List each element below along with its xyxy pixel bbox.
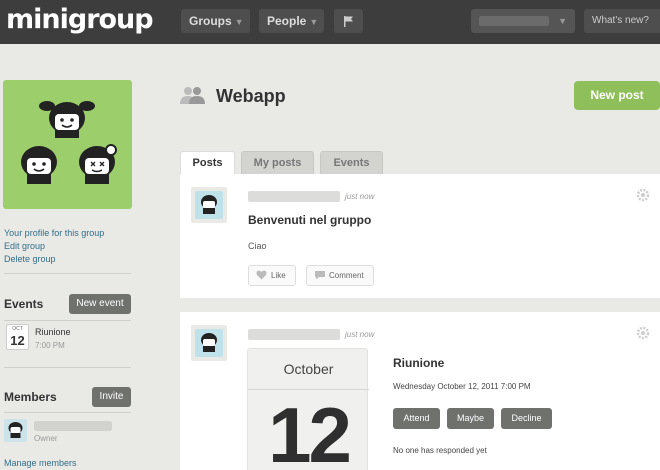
comment-button[interactable]: Comment (306, 265, 374, 286)
like-button[interactable]: Like (248, 265, 296, 286)
redacted-member-name[interactable] (34, 421, 112, 431)
group-people-icon (180, 87, 205, 104)
invite-button[interactable]: Invite (92, 387, 131, 407)
mascot-avatar-icon (21, 101, 117, 184)
flag-button[interactable] (334, 9, 363, 33)
post-author-avatar[interactable] (191, 187, 227, 223)
chevron-down-icon: ▼ (309, 17, 319, 27)
chevron-down-icon: ▼ (558, 16, 567, 26)
divider (4, 320, 131, 321)
redacted-author-name[interactable] (248, 191, 340, 202)
tab-my-posts[interactable]: My posts (241, 151, 314, 174)
edit-group-link[interactable]: Edit group (4, 241, 45, 251)
member-avatar[interactable] (4, 419, 27, 442)
tab-events[interactable]: Events (320, 151, 383, 174)
delete-group-link[interactable]: Delete group (4, 254, 56, 264)
calendar-month: October (283, 361, 334, 377)
groups-menu-button[interactable]: Groups ▼ (181, 9, 250, 33)
events-heading: Events (4, 297, 44, 311)
gear-icon[interactable] (636, 326, 650, 340)
event-date-badge: OCT 12 (6, 324, 29, 350)
like-label: Like (271, 271, 286, 280)
new-post-button[interactable]: New post (574, 81, 660, 110)
gear-icon[interactable] (636, 188, 650, 202)
event-post-card: just now October 12 Riunione Wednesday O… (180, 312, 660, 470)
minigroup-logo[interactable]: minigroup (6, 3, 154, 37)
comment-icon (315, 271, 325, 280)
post-timestamp: just now (345, 192, 375, 201)
member-role: Owner (34, 434, 58, 443)
event-title[interactable]: Riunione (393, 356, 444, 370)
mascot-avatar-icon (201, 195, 217, 214)
people-menu-button[interactable]: People ▼ (259, 9, 324, 33)
post-title: Benvenuti nel gruppo (248, 213, 372, 227)
post-author-avatar[interactable] (191, 325, 227, 361)
rsvp-status: No one has responded yet (393, 446, 487, 455)
whats-new-button[interactable]: What's new? (584, 9, 660, 33)
sidebar-event-title[interactable]: Riunione (35, 327, 71, 337)
new-event-button[interactable]: New event (69, 294, 131, 314)
post-timestamp: just now (345, 330, 375, 339)
chevron-down-icon: ▼ (234, 17, 244, 27)
attend-button[interactable]: Attend (393, 408, 440, 429)
group-avatar (3, 80, 132, 209)
tab-posts[interactable]: Posts (180, 151, 235, 175)
flag-icon (343, 16, 353, 27)
top-navigation-bar: minigroup Groups ▼ People ▼ ▼ What's new? (0, 0, 660, 44)
redacted-group-name (479, 16, 549, 26)
manage-members-link[interactable]: Manage members (4, 458, 77, 468)
your-profile-link[interactable]: Your profile for this group (4, 228, 104, 238)
comment-label: Comment (329, 271, 364, 280)
calendar-divider (248, 389, 369, 390)
event-datetime: Wednesday October 12, 2011 7:00 PM (393, 382, 531, 391)
post-body: Ciao (248, 241, 267, 251)
heart-icon (256, 270, 267, 280)
event-day: 12 (10, 333, 25, 348)
mascot-avatar-icon (201, 333, 217, 352)
redacted-author-name[interactable] (248, 329, 340, 340)
sidebar-event-time: 7:00 PM (35, 341, 65, 350)
calendar-day: 12 (268, 391, 352, 470)
maybe-button[interactable]: Maybe (447, 408, 494, 429)
people-label: People (267, 14, 307, 28)
members-heading: Members (4, 390, 57, 404)
divider (4, 273, 131, 274)
groups-label: Groups (189, 14, 232, 28)
decline-button[interactable]: Decline (501, 408, 552, 429)
divider (4, 367, 131, 368)
mascot-avatar-icon (8, 422, 23, 438)
event-calendar-badge: October 12 (247, 348, 369, 470)
post-card: just now Benvenuti nel gruppo Ciao Like … (180, 174, 660, 298)
group-switcher-dropdown[interactable]: ▼ (471, 9, 575, 33)
page-title: Webapp (216, 86, 286, 106)
divider (4, 412, 131, 413)
